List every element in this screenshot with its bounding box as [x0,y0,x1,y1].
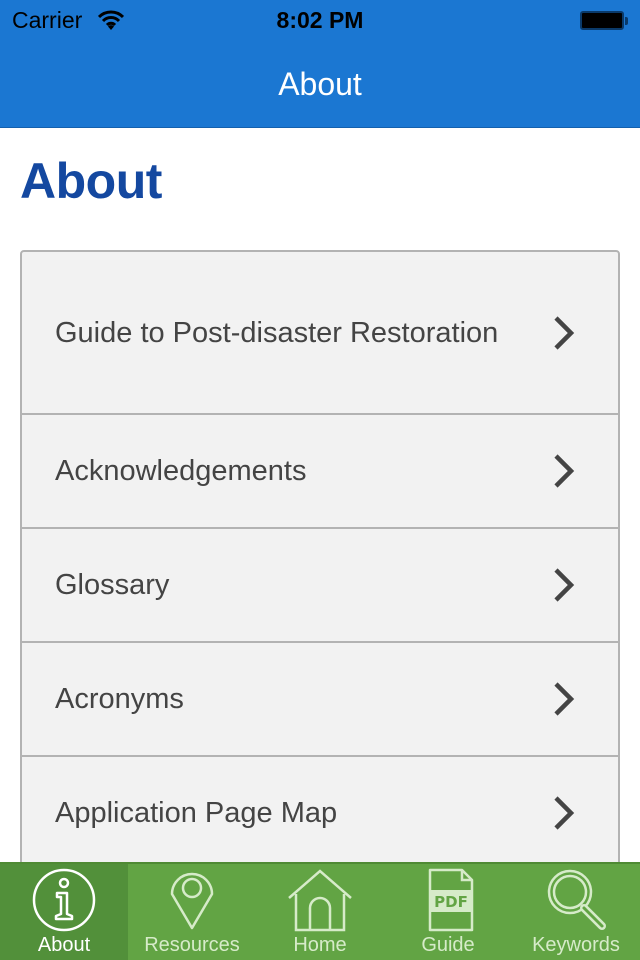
tab-about[interactable]: About [0,864,128,960]
tab-resources[interactable]: Resources [128,864,256,960]
list-item-label: Acronyms [55,683,184,715]
list-item-label: Guide to Post-disaster Restoration [55,316,499,349]
info-icon [32,868,96,932]
screen: Carrier 8:02 PM About About Guide to Pos… [0,0,640,960]
navigation-bar: Carrier 8:02 PM About [0,0,640,128]
clock: 8:02 PM [276,7,364,33]
chevron-right-icon [554,568,575,602]
list-item-label: Glossary [55,569,170,601]
list-item-application-page-map[interactable]: Application Page Map [22,755,618,869]
tab-label: Keywords [532,934,620,956]
search-icon [547,869,606,930]
pdf-icon: PDF [428,868,474,932]
chevron-right-icon [554,315,575,350]
chevron-right-icon [554,454,575,488]
status-bar: Carrier 8:02 PM [0,0,640,40]
home-icon [288,869,352,932]
tab-label: Guide [421,934,475,956]
map-pin-icon [170,872,214,930]
tab-home[interactable]: Home [256,864,384,960]
tab-label: About [37,934,91,956]
list-item-label: Acknowledgements [55,455,307,487]
tab-label: Home [293,934,347,956]
list-item-acronyms[interactable]: Acronyms [22,641,618,755]
list-item-guide[interactable]: Guide to Post-disaster Restoration [22,252,618,413]
tab-bar: About Resources Home PDF Guide Keywords [0,862,640,960]
list-item-acknowledgements[interactable]: Acknowledgements [22,413,618,527]
svg-text:PDF: PDF [434,893,468,911]
chevron-right-icon [554,796,575,830]
tab-guide[interactable]: PDF Guide [384,864,512,960]
nav-title: About [278,66,362,102]
list-item-glossary[interactable]: Glossary [22,527,618,641]
battery-icon [580,11,628,30]
about-menu-list: Guide to Post-disaster Restoration Ackno… [20,250,620,871]
tab-keywords[interactable]: Keywords [512,864,640,960]
page-title: About [20,153,162,209]
tab-label: Resources [144,934,240,956]
chevron-right-icon [554,682,575,716]
list-item-label: Application Page Map [55,797,338,829]
